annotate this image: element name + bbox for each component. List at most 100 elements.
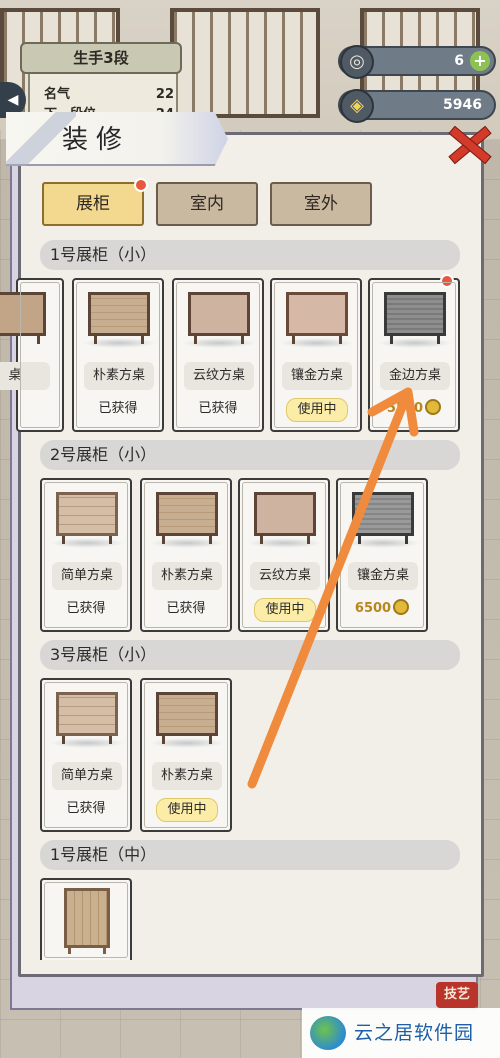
- cabinet-legs: [68, 946, 106, 954]
- watermark-text: 云之居软件园: [354, 1022, 475, 1044]
- furniture-card-partial[interactable]: 桌: [0, 278, 64, 432]
- table-image: [150, 692, 224, 748]
- rank-title: 生手3段: [20, 42, 182, 74]
- section-header-1: 1号展柜（小）: [40, 240, 460, 270]
- furniture-card[interactable]: 简单方桌 已获得: [40, 678, 132, 832]
- table-image: [150, 492, 224, 548]
- table-top: [384, 292, 446, 336]
- card-status: 已获得: [198, 401, 238, 416]
- table-legs: [162, 736, 212, 744]
- notification-dot: [440, 274, 454, 288]
- table-legs: [260, 536, 310, 544]
- tab-outdoor[interactable]: 室外: [270, 182, 372, 226]
- card-price: 5500: [370, 398, 458, 420]
- panel-title: 装修: [62, 125, 131, 155]
- table-legs: [62, 536, 112, 544]
- table-image: [50, 692, 124, 748]
- card-name: 金边方桌: [380, 362, 450, 390]
- table-image: [346, 492, 420, 548]
- furniture-card[interactable]: 云纹方桌 使用中: [238, 478, 330, 632]
- fame-value: 22: [155, 87, 174, 102]
- table-top: [286, 292, 348, 336]
- table-legs: [358, 536, 408, 544]
- tab-cabinet[interactable]: 展柜: [42, 178, 148, 226]
- table-image: [0, 292, 46, 344]
- notification-dot: [134, 178, 148, 192]
- watermark-logo-icon: [310, 1016, 346, 1050]
- cabinet-image: [64, 888, 110, 948]
- background-window-center: [170, 8, 320, 118]
- card-name: 镶金方桌: [282, 362, 352, 390]
- table-top: [254, 492, 316, 536]
- price-value: 5500: [386, 401, 424, 416]
- token-value: 6: [454, 53, 464, 69]
- swirl-icon: ◎: [340, 45, 374, 79]
- card-name: 云纹方桌: [184, 362, 254, 390]
- table-legs: [292, 336, 342, 344]
- tab-cabinet-label: 展柜: [76, 194, 110, 214]
- add-tokens-button[interactable]: +: [470, 51, 490, 71]
- card-name: 朴素方桌: [152, 762, 222, 790]
- tab-indoor[interactable]: 室内: [156, 182, 258, 226]
- table-top: [156, 692, 218, 736]
- watermark: 云之居软件园: [302, 1008, 500, 1058]
- tab-indoor-label: 室内: [190, 194, 224, 214]
- card-name: 镶金方桌: [348, 562, 418, 590]
- table-image: [182, 292, 256, 348]
- card-status: 已获得: [66, 801, 106, 816]
- furniture-card[interactable]: 朴素方桌 使用中: [140, 678, 232, 832]
- coin-icon: [425, 399, 442, 415]
- table-legs: [94, 336, 144, 344]
- card-price: 6500: [338, 598, 426, 620]
- in-use-badge: 使用中: [286, 398, 348, 422]
- table-top: [352, 492, 414, 536]
- card-status: 已获得: [98, 401, 138, 416]
- section-label: 1号展柜（中）: [50, 845, 157, 864]
- table-legs: [162, 536, 212, 544]
- currency-bar-tokens: ◎ 6 +: [338, 45, 496, 79]
- in-use-badge: 使用中: [156, 798, 218, 822]
- table-legs: [62, 736, 112, 744]
- section-label: 2号展柜（小）: [50, 445, 157, 464]
- card-name: 云纹方桌: [250, 562, 320, 590]
- card-name: 简单方桌: [52, 762, 122, 790]
- card-name: 桌: [0, 362, 50, 390]
- card-status: 已获得: [66, 601, 106, 616]
- card-name: 简单方桌: [52, 562, 122, 590]
- skill-badge[interactable]: 技艺: [436, 982, 478, 1008]
- section-header-4: 1号展柜（中）: [40, 840, 460, 870]
- section-label: 3号展柜（小）: [50, 645, 157, 664]
- table-legs: [390, 336, 440, 344]
- section-label: 1号展柜（小）: [50, 245, 157, 264]
- close-button[interactable]: [440, 114, 496, 174]
- rank-scroll[interactable]: 生手3段 名气 22 下一段位 24: [14, 42, 186, 122]
- card-status: 已获得: [166, 601, 206, 616]
- furniture-card[interactable]: 云纹方桌 已获得: [172, 278, 264, 432]
- coin-icon: [393, 599, 410, 615]
- furniture-card[interactable]: 朴素方桌 已获得: [72, 278, 164, 432]
- furniture-card[interactable]: 简单方桌 已获得: [40, 478, 132, 632]
- table-image: [50, 492, 124, 548]
- price-value: 6500: [354, 601, 392, 616]
- in-use-badge: 使用中: [254, 598, 316, 622]
- table-top: [56, 692, 118, 736]
- tab-outdoor-label: 室外: [304, 194, 338, 214]
- section-header-2: 2号展柜（小）: [40, 440, 460, 470]
- table-image: [248, 492, 322, 548]
- card-name: 朴素方桌: [152, 562, 222, 590]
- table-image: [82, 292, 156, 348]
- furniture-card-locked[interactable]: 金边方桌 5500: [368, 274, 460, 432]
- furniture-card-locked[interactable]: 镶金方桌 6500: [336, 478, 428, 632]
- table-top: [0, 292, 46, 336]
- furniture-card[interactable]: 朴素方桌 已获得: [140, 478, 232, 632]
- table-top: [156, 492, 218, 536]
- table-top: [56, 492, 118, 536]
- fame-row: 名气 22: [44, 86, 174, 104]
- section-header-3: 3号展柜（小）: [40, 640, 460, 670]
- furniture-card-tall[interactable]: [40, 878, 132, 960]
- table-top: [188, 292, 250, 336]
- table-top: [88, 292, 150, 336]
- card-name: 朴素方桌: [84, 362, 154, 390]
- table-legs: [0, 336, 40, 344]
- furniture-card[interactable]: 镶金方桌 使用中: [270, 278, 362, 432]
